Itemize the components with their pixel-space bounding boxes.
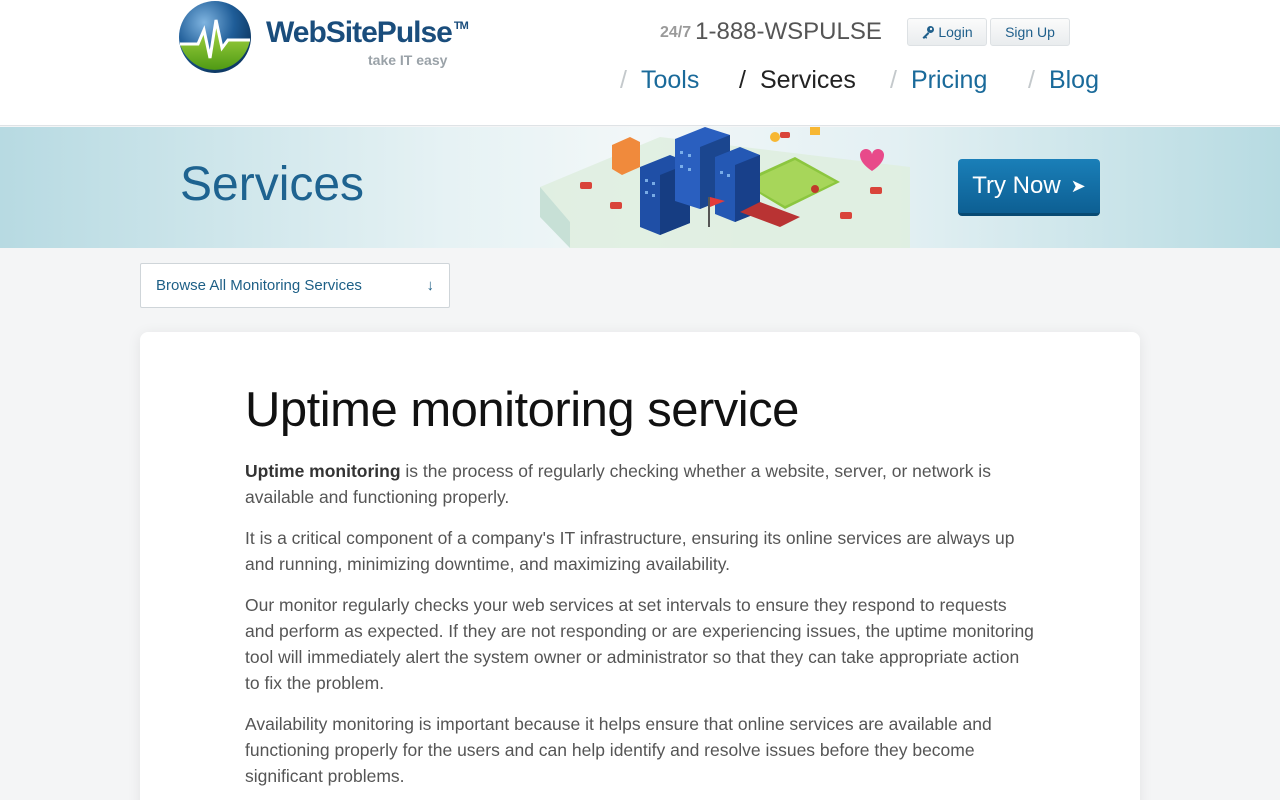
try-now-label: Try Now	[972, 172, 1061, 199]
nav-separator: /	[1028, 66, 1035, 94]
nav-separator: /	[739, 66, 746, 94]
signup-button[interactable]: Sign Up	[990, 18, 1070, 46]
logo-globe-icon	[179, 1, 251, 73]
nav-item-pricing[interactable]: / Pricing	[890, 66, 987, 95]
logo-wordmark: WebSitePulse TM	[266, 16, 469, 49]
content-card: Uptime monitoring service Uptime monitor…	[140, 332, 1140, 800]
try-now-button[interactable]: Try Now ➤	[958, 159, 1100, 216]
nav-label: Pricing	[910, 66, 988, 94]
nav-item-blog[interactable]: / Blog	[1028, 66, 1099, 95]
page-title: Uptime monitoring service	[245, 383, 799, 437]
login-label: Login	[938, 24, 973, 40]
nav-item-tools[interactable]: / Tools	[620, 66, 699, 95]
nav-label: Services	[759, 66, 856, 94]
intro-bold: Uptime monitoring	[245, 460, 401, 481]
nav-item-services[interactable]: / Services	[739, 66, 856, 95]
nav-separator: /	[890, 66, 897, 94]
browse-services-label: Browse All Monitoring Services	[156, 277, 362, 294]
browse-services-dropdown[interactable]: Browse All Monitoring Services ↓	[140, 263, 450, 308]
intro-paragraph: Uptime monitoring is the process of regu…	[245, 458, 1035, 510]
trademark: TM	[453, 20, 469, 32]
nav-label: Tools	[640, 66, 700, 94]
site-logo[interactable]: WebSitePulse TM take IT easy	[178, 0, 478, 74]
site-header: WebSitePulse TM take IT easy 24/7 1-888-WS…	[0, 0, 1280, 126]
city-illustration-icon	[540, 127, 910, 248]
paragraph: Availability monitoring is important bec…	[245, 713, 992, 786]
hero-banner: Services Try Now ➤	[0, 127, 1280, 248]
nav-separator: /	[620, 66, 627, 94]
phone-number[interactable]: 24/7 1-888-WSPULSE	[660, 18, 882, 46]
nav-label: Blog	[1048, 66, 1099, 94]
paragraph: Our monitor regularly checks your web se…	[245, 594, 1034, 693]
chevron-right-icon: ➤	[1070, 175, 1086, 196]
key-icon	[922, 26, 935, 39]
signup-label: Sign Up	[1005, 24, 1055, 40]
arrow-down-icon: ↓	[426, 277, 435, 294]
article: Uptime monitoring service Uptime monitor…	[245, 383, 1035, 800]
login-button[interactable]: Login	[907, 18, 987, 46]
logo-tagline: take IT easy	[368, 52, 448, 68]
paragraph: It is a critical component of a company'…	[245, 527, 1015, 574]
banner-title: Services	[180, 158, 365, 211]
phone-text: 1-888-WSPULSE	[695, 18, 882, 45]
phone-prefix: 24/7	[660, 24, 692, 41]
